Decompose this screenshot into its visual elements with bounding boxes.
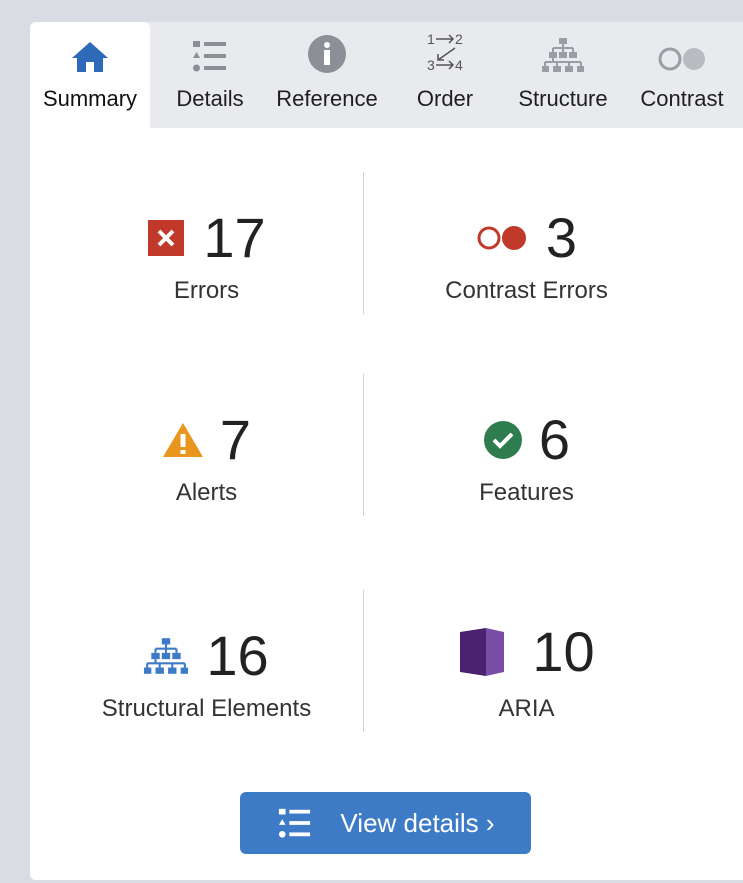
stat-contrast-errors[interactable]: 3 Contrast Errors bbox=[360, 206, 693, 306]
tab-summary-label: Summary bbox=[42, 86, 138, 111]
structural-count: 16 bbox=[206, 624, 269, 687]
aria-count: 10 bbox=[532, 620, 595, 683]
alerts-count: 7 bbox=[219, 408, 252, 471]
order-icon-num-c: 3 bbox=[427, 57, 435, 73]
stat-features[interactable]: 6 Features bbox=[360, 408, 693, 508]
order-icon-num-d: 4 bbox=[455, 57, 463, 73]
stat-alerts[interactable]: 7 Alerts bbox=[40, 408, 373, 508]
structural-label: Structural Elements bbox=[101, 695, 312, 722]
stat-errors[interactable]: 17 Errors bbox=[40, 206, 373, 306]
tab-reference-label: Reference bbox=[276, 86, 378, 111]
order-icon-num-b: 2 bbox=[455, 31, 463, 47]
order-icon: 1 2 3 4 bbox=[427, 31, 463, 73]
tab-contrast[interactable]: Contrast bbox=[630, 22, 734, 128]
aria-icon bbox=[460, 628, 505, 676]
info-icon bbox=[308, 35, 346, 73]
tab-bar: Summary Details Reference 1 2 3 4 Order … bbox=[30, 22, 743, 128]
errors-count: 17 bbox=[203, 206, 266, 269]
order-icon-num-a: 1 bbox=[427, 31, 435, 47]
stat-structural-elements[interactable]: 16 Structural Elements bbox=[40, 624, 373, 724]
tab-order[interactable]: 1 2 3 4 Order bbox=[400, 22, 490, 128]
contrast-errors-count: 3 bbox=[545, 206, 578, 269]
tab-structure[interactable]: Structure bbox=[508, 22, 618, 128]
contrast-errors-label: Contrast Errors bbox=[445, 277, 608, 304]
alerts-label: Alerts bbox=[175, 479, 238, 506]
tab-reference[interactable]: Reference bbox=[268, 22, 386, 128]
tab-details[interactable]: Details bbox=[158, 22, 262, 128]
tab-contrast-label: Contrast bbox=[640, 86, 724, 111]
errors-label: Errors bbox=[173, 277, 240, 304]
view-details-button[interactable]: View details › bbox=[240, 792, 531, 854]
feature-check-icon bbox=[483, 421, 522, 459]
tab-order-label: Order bbox=[416, 86, 474, 111]
tab-summary[interactable]: Summary bbox=[30, 22, 150, 128]
contrast-icon bbox=[658, 47, 705, 71]
features-label: Features bbox=[479, 479, 574, 506]
tab-details-label: Details bbox=[176, 86, 244, 111]
view-details-label: View details › bbox=[340, 807, 495, 838]
structure-icon bbox=[144, 638, 189, 674]
features-count: 6 bbox=[538, 408, 571, 471]
stat-aria[interactable]: 10 ARIA bbox=[360, 616, 693, 724]
home-icon bbox=[72, 42, 108, 72]
structure-icon bbox=[542, 38, 584, 72]
alert-triangle-icon bbox=[162, 423, 203, 457]
wave-summary-panel: Summary Details Reference 1 2 3 4 Order … bbox=[30, 22, 743, 880]
aria-label: ARIA bbox=[498, 695, 555, 722]
error-x-icon bbox=[148, 220, 185, 256]
list-icon bbox=[193, 41, 226, 72]
tab-structure-label: Structure bbox=[518, 86, 608, 111]
contrast-error-icon bbox=[477, 226, 526, 250]
list-icon bbox=[279, 808, 311, 838]
